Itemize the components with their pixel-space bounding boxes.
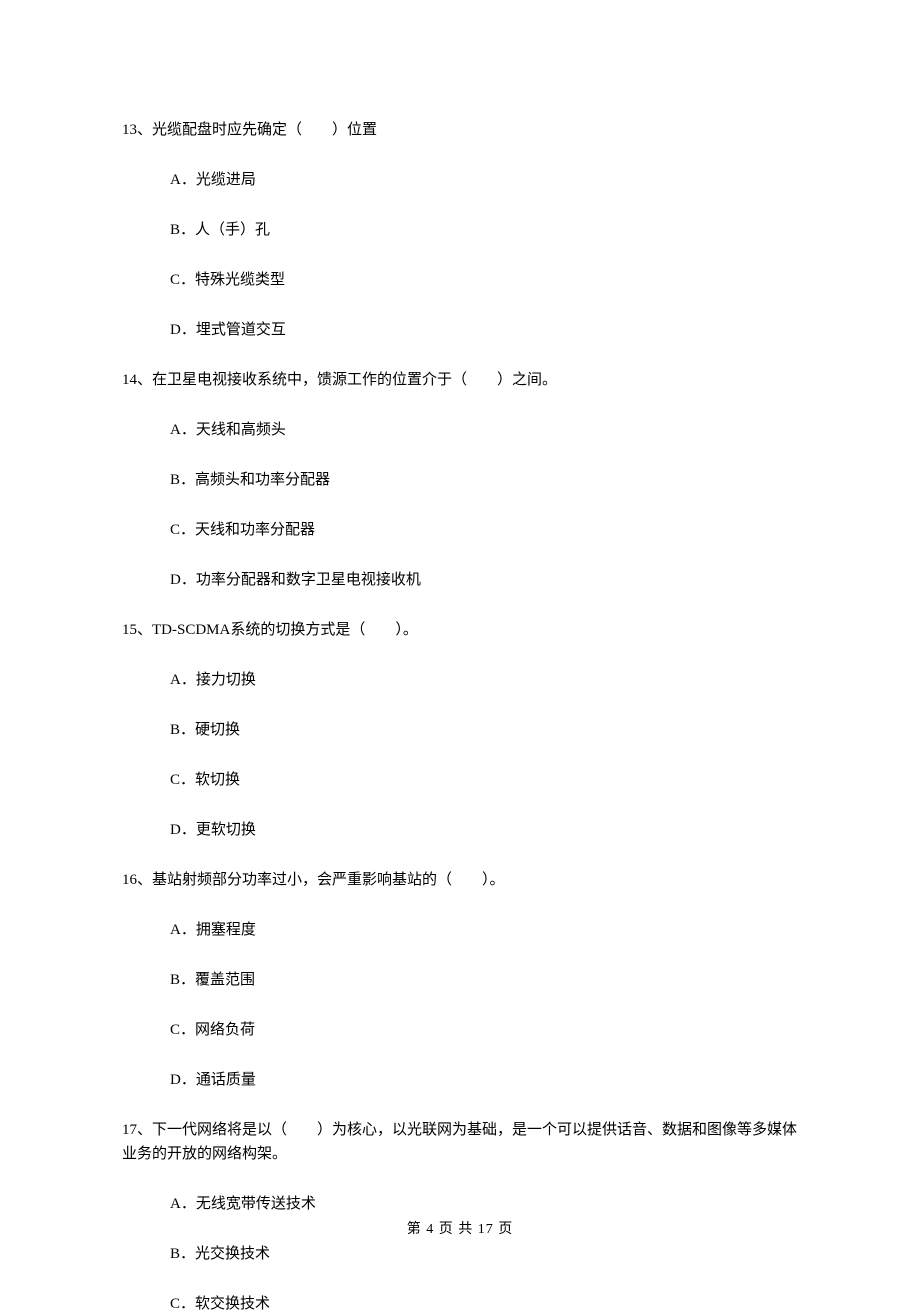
question-17: 17、下一代网络将是以（ ）为核心，以光联网为基础，是一个可以提供话音、数据和图…	[122, 1118, 800, 1316]
option-b: B．光交换技术	[122, 1242, 800, 1266]
question-13: 13、光缆配盘时应先确定（ ）位置 A．光缆进局 B．人（手）孔 C．特殊光缆类…	[122, 118, 800, 342]
option-a: A．接力切换	[122, 668, 800, 692]
question-stem: 16、基站射频部分功率过小，会严重影响基站的（ ）。	[122, 868, 800, 892]
question-14: 14、在卫星电视接收系统中，馈源工作的位置介于（ ）之间。 A．天线和高频头 B…	[122, 368, 800, 592]
option-b: B．覆盖范围	[122, 968, 800, 992]
question-stem: 13、光缆配盘时应先确定（ ）位置	[122, 118, 800, 142]
question-15: 15、TD-SCDMA系统的切换方式是（ ）。 A．接力切换 B．硬切换 C．软…	[122, 618, 800, 842]
option-c: C．特殊光缆类型	[122, 268, 800, 292]
option-b: B．人（手）孔	[122, 218, 800, 242]
option-a: A．光缆进局	[122, 168, 800, 192]
option-d: D．功率分配器和数字卫星电视接收机	[122, 568, 800, 592]
option-a: A．无线宽带传送技术	[122, 1192, 800, 1216]
option-c: C．网络负荷	[122, 1018, 800, 1042]
option-c: C．软交换技术	[122, 1292, 800, 1316]
option-c: C．天线和功率分配器	[122, 518, 800, 542]
option-d: D．通话质量	[122, 1068, 800, 1092]
question-stem: 17、下一代网络将是以（ ）为核心，以光联网为基础，是一个可以提供话音、数据和图…	[122, 1118, 800, 1166]
option-d: D．更软切换	[122, 818, 800, 842]
question-stem: 15、TD-SCDMA系统的切换方式是（ ）。	[122, 618, 800, 642]
option-c: C．软切换	[122, 768, 800, 792]
question-16: 16、基站射频部分功率过小，会严重影响基站的（ ）。 A．拥塞程度 B．覆盖范围…	[122, 868, 800, 1092]
option-a: A．天线和高频头	[122, 418, 800, 442]
page-footer: 第 4 页 共 17 页	[0, 1218, 920, 1238]
option-b: B．硬切换	[122, 718, 800, 742]
option-d: D．埋式管道交互	[122, 318, 800, 342]
option-b: B．高频头和功率分配器	[122, 468, 800, 492]
option-a: A．拥塞程度	[122, 918, 800, 942]
page-content: 13、光缆配盘时应先确定（ ）位置 A．光缆进局 B．人（手）孔 C．特殊光缆类…	[0, 0, 920, 1316]
question-stem: 14、在卫星电视接收系统中，馈源工作的位置介于（ ）之间。	[122, 368, 800, 392]
